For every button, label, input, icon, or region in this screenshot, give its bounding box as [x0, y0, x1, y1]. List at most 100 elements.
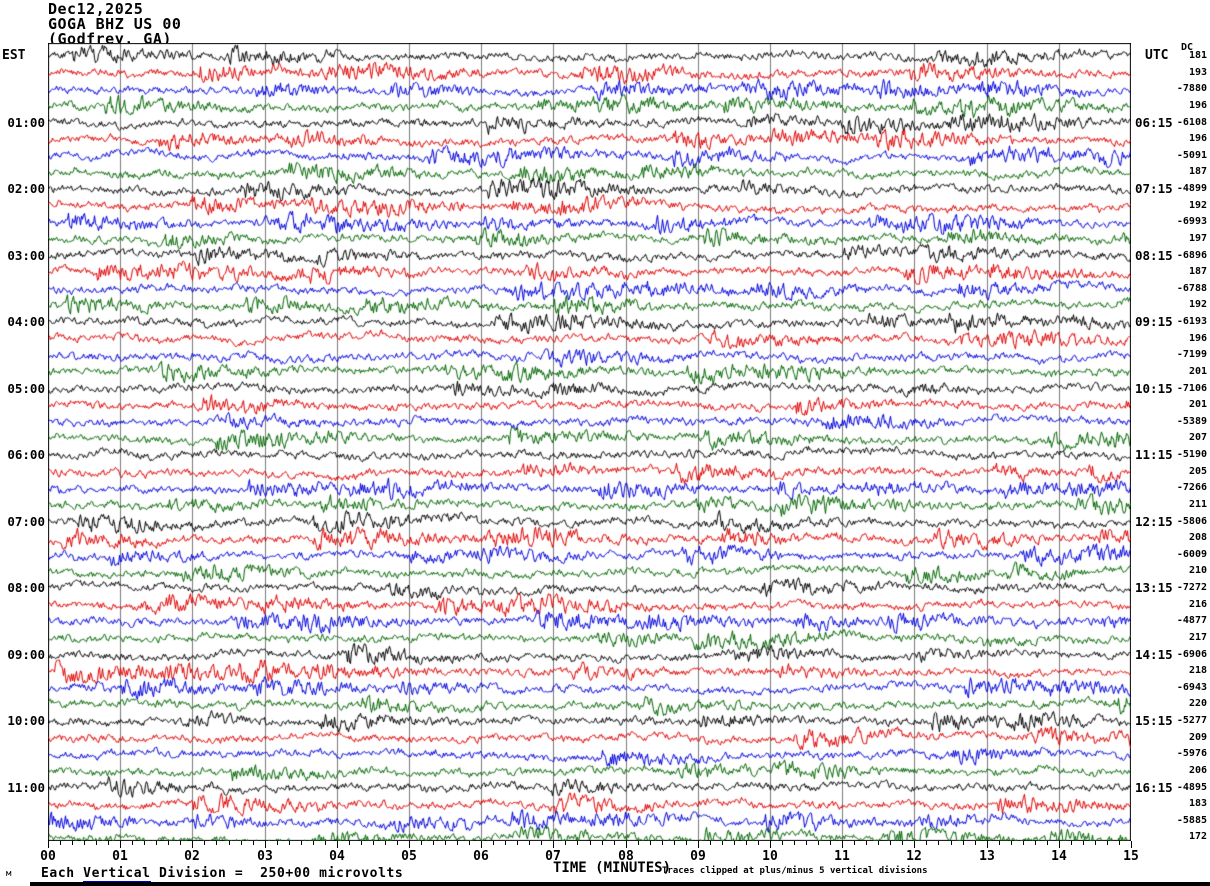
- x-axis-minor-tick: [890, 841, 891, 845]
- x-axis-minor-tick: [794, 841, 795, 845]
- dc-offset-value: -6009: [1176, 548, 1207, 560]
- dc-offset-value: -5190: [1176, 449, 1207, 460]
- x-axis-major-tick: [120, 841, 121, 848]
- x-axis-tick-label: 13: [979, 849, 995, 864]
- dc-offset-value: -5885: [1176, 814, 1207, 826]
- est-hour-label: 03:00: [7, 247, 45, 263]
- x-axis-tick-label: 01: [112, 849, 128, 864]
- dc-offset-value: 192: [1188, 199, 1207, 211]
- seismogram-canvas: [48, 43, 1131, 841]
- x-axis-minor-tick: [108, 841, 109, 845]
- x-axis-minor-tick: [325, 841, 326, 845]
- x-axis-minor-tick: [866, 841, 867, 845]
- dc-offset-value: 201: [1188, 399, 1207, 411]
- dc-offset-value: -7880: [1176, 83, 1207, 95]
- x-axis-minor-tick: [1119, 841, 1120, 845]
- dc-offset-value: 216: [1188, 598, 1207, 610]
- x-axis-minor-tick: [674, 841, 675, 845]
- x-axis-tick-label: 09: [690, 849, 706, 864]
- dc-offset-value: 196: [1188, 99, 1207, 111]
- x-axis-minor-tick: [156, 841, 157, 845]
- x-axis-tick-label: 06: [473, 849, 489, 864]
- x-axis-minor-tick: [854, 841, 855, 845]
- x-axis-minor-tick: [229, 841, 230, 845]
- x-axis-major-tick: [626, 841, 627, 848]
- dc-offset-value: -5091: [1176, 149, 1207, 161]
- x-axis-minor-tick: [878, 841, 879, 845]
- x-axis-minor-tick: [565, 841, 566, 845]
- x-axis-minor-tick: [746, 841, 747, 845]
- dc-offset-value: -4877: [1176, 615, 1207, 627]
- dc-offset-value: -7266: [1176, 482, 1207, 494]
- x-axis-minor-tick: [349, 841, 350, 845]
- x-axis-minor-tick: [662, 841, 663, 845]
- x-axis-minor-tick: [902, 841, 903, 845]
- clip-note: Traces clipped at plus/minus 5 vertical …: [662, 866, 928, 876]
- x-axis-minor-tick: [1035, 841, 1036, 845]
- x-axis-minor-tick: [84, 841, 85, 845]
- x-axis-minor-tick: [1083, 841, 1084, 845]
- x-axis-minor-tick: [806, 841, 807, 845]
- x-axis-minor-tick: [373, 841, 374, 845]
- scale-note-prefix: Each: [41, 866, 84, 881]
- x-axis-tick-label: 00: [40, 849, 56, 864]
- x-axis-major-tick: [1131, 841, 1132, 848]
- x-axis-minor-tick: [96, 841, 97, 845]
- x-axis-tick-label: 04: [329, 849, 345, 864]
- dc-offset-value: -5277: [1176, 715, 1207, 726]
- x-axis-minor-tick: [926, 841, 927, 845]
- x-axis-title: TIME (MINUTES): [553, 860, 672, 876]
- x-axis-minor-tick: [963, 841, 964, 845]
- dc-offset-value: 210: [1188, 565, 1207, 577]
- x-axis-minor-tick: [782, 841, 783, 845]
- x-axis-minor-tick: [457, 841, 458, 845]
- x-axis-minor-tick: [951, 841, 952, 845]
- x-axis-minor-tick: [975, 841, 976, 845]
- dc-offset-value: 192: [1188, 299, 1207, 311]
- x-axis-minor-tick: [1023, 841, 1024, 845]
- x-axis-minor-tick: [301, 841, 302, 845]
- x-axis-minor-tick: [361, 841, 362, 845]
- x-axis-minor-tick: [1047, 841, 1048, 845]
- dc-offset-value: 187: [1188, 166, 1207, 178]
- x-axis-major-tick: [481, 841, 482, 848]
- x-axis-tick-label: 05: [401, 849, 417, 864]
- x-axis-minor-tick: [277, 841, 278, 845]
- x-axis-minor-tick: [313, 841, 314, 845]
- x-axis-minor-tick: [60, 841, 61, 845]
- dc-offset-value: 205: [1188, 465, 1207, 477]
- x-axis-minor-tick: [397, 841, 398, 845]
- left-timezone-label: EST: [2, 48, 26, 63]
- x-axis-minor-tick: [541, 841, 542, 845]
- x-axis-minor-tick: [999, 841, 1000, 845]
- x-axis-minor-tick: [614, 841, 615, 845]
- x-axis-major-tick: [914, 841, 915, 848]
- dc-offset-value: 181: [1188, 50, 1207, 61]
- dc-offset-value: 207: [1188, 432, 1207, 444]
- dc-offset-value: -6193: [1176, 316, 1207, 327]
- x-axis-minor-tick: [517, 841, 518, 845]
- x-axis-minor-tick: [1011, 841, 1012, 845]
- dc-offset-value: 218: [1188, 665, 1207, 677]
- x-axis-minor-tick: [758, 841, 759, 845]
- x-axis-minor-tick: [204, 841, 205, 845]
- dc-offset-value: 208: [1188, 532, 1207, 544]
- x-axis-minor-tick: [445, 841, 446, 845]
- dc-offset-value: -5389: [1176, 415, 1207, 427]
- scale-note: Each Vertical Division = 250+00 microvol…: [41, 866, 403, 883]
- x-axis-tick-label: 15: [1123, 849, 1139, 864]
- dc-offset-value: 172: [1188, 831, 1207, 843]
- x-axis-minor-tick: [638, 841, 639, 845]
- x-axis-minor-tick: [938, 841, 939, 845]
- x-axis-minor-tick: [132, 841, 133, 845]
- dc-offset-value: -5806: [1176, 515, 1207, 527]
- bottom-border-bar: [30, 882, 1210, 886]
- x-axis-minor-tick: [180, 841, 181, 845]
- x-axis-minor-tick: [818, 841, 819, 845]
- x-axis-major-tick: [987, 841, 988, 848]
- dc-offset-value: -6943: [1176, 681, 1207, 693]
- x-axis-minor-tick: [830, 841, 831, 845]
- dc-offset-value: -6906: [1176, 648, 1207, 660]
- x-axis-minor-tick: [722, 841, 723, 845]
- x-axis-minor-tick: [241, 841, 242, 845]
